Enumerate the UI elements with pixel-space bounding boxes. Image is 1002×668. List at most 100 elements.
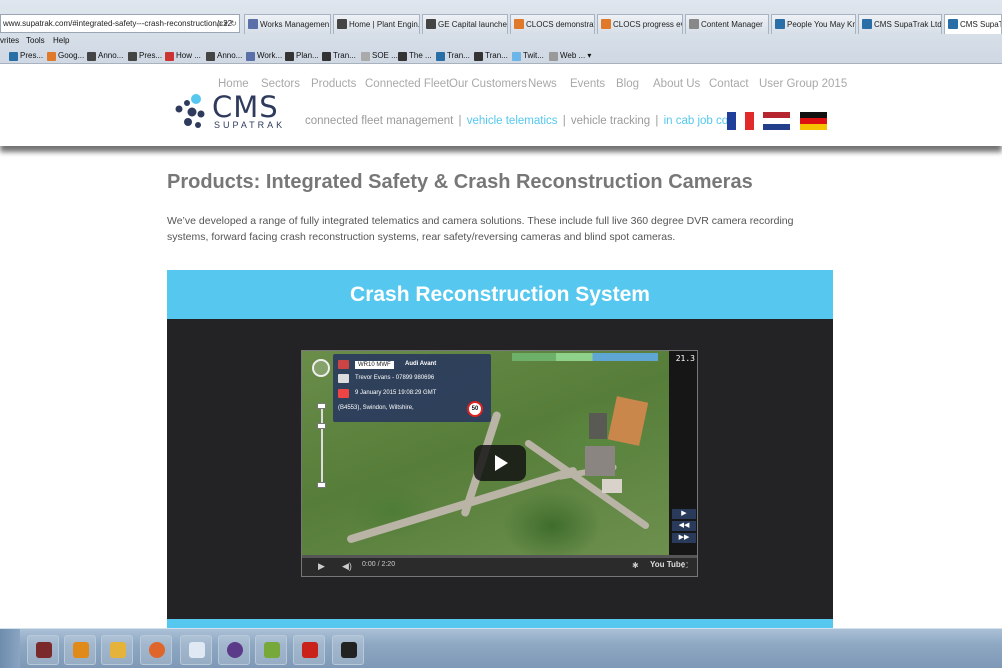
zoom-in-icon[interactable]: [317, 403, 326, 409]
building-shed: [589, 413, 607, 439]
favorite-icon: [512, 52, 521, 61]
vehicle-model: Audi Avant: [405, 361, 437, 367]
tagline-separator: |: [562, 115, 566, 127]
favorite-link[interactable]: SOE ...: [361, 48, 398, 64]
video-player[interactable]: WR10 MWF Audi Avant Trevor Evans - 07899…: [301, 350, 698, 577]
favorite-link[interactable]: Web ... ▾: [549, 48, 591, 64]
taskbar-media-center[interactable]: [27, 635, 59, 665]
terminal-icon: [341, 642, 357, 658]
menu-help[interactable]: Help: [53, 34, 69, 48]
settings-gear-icon[interactable]: ✱: [632, 561, 639, 570]
nav-sectors[interactable]: Sectors: [261, 78, 300, 90]
nav-news[interactable]: News: [528, 78, 557, 90]
building-farmhouse: [585, 446, 615, 476]
firefox-icon: [149, 642, 165, 658]
browser-tab[interactable]: Content Manager: [685, 14, 769, 34]
section-heading: Crash Reconstruction System: [350, 283, 650, 306]
favorite-link[interactable]: Tran...: [474, 48, 508, 64]
volume-icon[interactable]: ◀): [342, 561, 352, 572]
youtube-logo[interactable]: You Tube: [650, 560, 685, 569]
taskbar-media-player[interactable]: [64, 635, 96, 665]
road-main: [346, 466, 578, 544]
notepad-icon: [189, 642, 205, 658]
address-buttons[interactable]: ρ ▾ ↻: [217, 15, 237, 32]
taskbar-notepad[interactable]: [180, 635, 212, 665]
french-flag[interactable]: [727, 112, 754, 130]
video-progress-bar[interactable]: [302, 555, 697, 558]
nav-contact[interactable]: Contact: [709, 78, 749, 90]
browser-tab[interactable]: People You May Kn...: [771, 14, 856, 34]
browser-tab[interactable]: GE Capital launches...: [422, 14, 508, 34]
netherlands-flag-icon: [763, 112, 790, 130]
nav-user-group-2015[interactable]: User Group 2015: [759, 78, 847, 90]
favorite-link[interactable]: Tran...: [322, 48, 356, 64]
menu-tools[interactable]: Tools: [26, 34, 45, 48]
favorite-icon: [549, 52, 558, 61]
dutch-flag[interactable]: [763, 112, 790, 130]
taskbar-phone-app[interactable]: [255, 635, 287, 665]
start-button[interactable]: [0, 629, 20, 668]
play-button-icon[interactable]: [474, 445, 526, 481]
calendar-icon: [338, 389, 349, 398]
tagline-separator: |: [655, 115, 659, 127]
favorite-link[interactable]: Twit...: [512, 48, 544, 64]
explorer-icon: [110, 642, 126, 658]
favorite-link[interactable]: Pres...: [128, 48, 162, 64]
phone-app-icon: [264, 642, 280, 658]
nav-events[interactable]: Events: [570, 78, 605, 90]
rewind-icon[interactable]: ◀◀: [672, 521, 696, 531]
tab-label: Home | Plant Engin...: [349, 20, 420, 29]
nav-our-customers[interactable]: Our Customers: [449, 78, 527, 90]
map-zoom-slider[interactable]: [321, 406, 323, 486]
favorite-link[interactable]: Pres...: [9, 48, 43, 64]
logo-dots-icon: [175, 94, 205, 128]
favorite-link[interactable]: Plan...: [285, 48, 319, 64]
nav-connected-fleet[interactable]: Connected Fleet: [365, 78, 449, 90]
play-icon[interactable]: ▶: [318, 561, 325, 572]
favorite-link[interactable]: Work...: [246, 48, 282, 64]
zoom-out-icon[interactable]: [317, 482, 326, 488]
speed-limit-sign: 50: [467, 401, 483, 417]
taskbar-disc-burner[interactable]: [218, 635, 250, 665]
favorite-link[interactable]: The ...: [398, 48, 432, 64]
browser-chrome: www.supatrak.com/#integrated-safety---cr…: [0, 0, 1002, 64]
menu-favorites[interactable]: vrites: [0, 34, 19, 48]
browser-tab[interactable]: Works Managemen...: [244, 14, 331, 34]
browser-tab-active[interactable]: CMS SupaTr: [944, 14, 1002, 34]
favorite-link[interactable]: Anno...: [87, 48, 123, 64]
taskbar-explorer[interactable]: [101, 635, 133, 665]
step-forward-icon[interactable]: ▶: [672, 509, 696, 519]
building-outhouse: [602, 479, 622, 493]
fast-forward-icon[interactable]: ▶▶: [672, 533, 696, 543]
section-banner: Crash Reconstruction System: [167, 270, 833, 319]
disc-burner-icon: [227, 642, 243, 658]
browser-tab[interactable]: Home | Plant Engin...: [333, 14, 420, 34]
header-tagline: connected fleet management | vehicle tel…: [305, 115, 751, 127]
favorite-link[interactable]: How ...: [165, 48, 201, 64]
favorite-link[interactable]: Anno...: [206, 48, 242, 64]
favorite-icon: [361, 52, 370, 61]
german-flag[interactable]: [800, 112, 827, 130]
browser-tab[interactable]: CMS SupaTrak Ltd |...: [858, 14, 942, 34]
address-bar[interactable]: www.supatrak.com/#integrated-safety---cr…: [0, 14, 240, 33]
nav-products[interactable]: Products: [311, 78, 356, 90]
browser-tab[interactable]: CLOCS demonstrati...: [510, 14, 595, 34]
tab-favicon-icon: [601, 19, 611, 29]
taskbar-terminal[interactable]: [332, 635, 364, 665]
fullscreen-icon[interactable]: ⛶: [682, 561, 688, 571]
zoom-handle[interactable]: [317, 423, 326, 429]
nav-home[interactable]: Home: [218, 78, 249, 90]
vehicle-plate: WR10 MWF: [355, 361, 394, 369]
cms-supatrak-logo[interactable]: CMS SUPATRAK: [172, 90, 302, 136]
taskbar-pdf-reader[interactable]: [293, 635, 325, 665]
browser-tab[interactable]: CLOCS progress ev...: [597, 14, 683, 34]
taskbar-firefox[interactable]: [140, 635, 172, 665]
tab-label: GE Capital launches...: [438, 20, 507, 29]
nav-blog[interactable]: Blog: [616, 78, 639, 90]
car-icon: [338, 360, 349, 369]
tab-favicon-icon: [862, 19, 872, 29]
favorite-link[interactable]: Goog...: [47, 48, 84, 64]
map-pan-control-icon[interactable]: [312, 359, 330, 377]
nav-about-us[interactable]: About Us: [653, 78, 700, 90]
favorite-link[interactable]: Tran...: [436, 48, 470, 64]
